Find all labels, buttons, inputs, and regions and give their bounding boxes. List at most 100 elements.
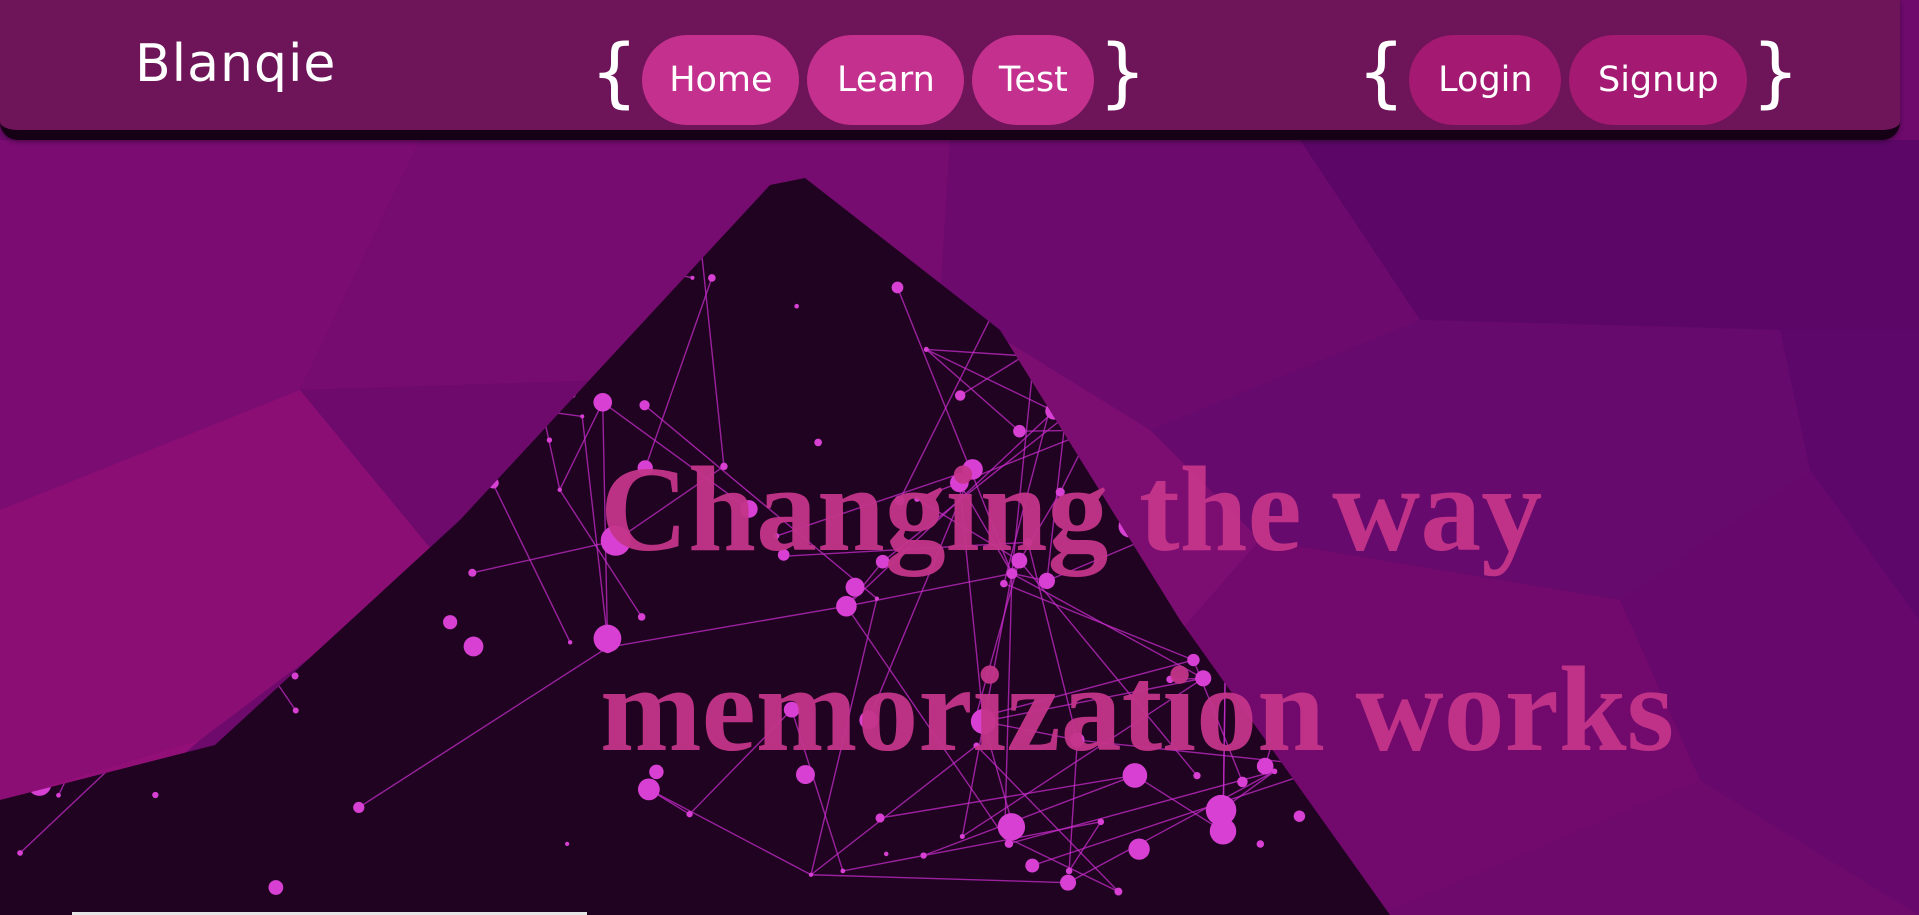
network-node: [1036, 276, 1047, 288]
network-node: [123, 480, 128, 486]
network-node: [567, 640, 573, 645]
network-node: [292, 707, 299, 714]
network-node: [935, 211, 959, 235]
network-node: [1315, 199, 1333, 217]
network-node: [620, 302, 635, 317]
network-node: [1316, 228, 1321, 233]
network-node: [1207, 267, 1220, 280]
network-node: [1256, 840, 1265, 848]
network-node: [1053, 386, 1058, 391]
network-node: [923, 346, 929, 352]
network-node: [443, 615, 458, 630]
test-button[interactable]: Test: [972, 35, 1095, 125]
signup-button[interactable]: Signup: [1569, 35, 1748, 125]
network-node: [1122, 359, 1129, 366]
network-node: [1114, 887, 1123, 896]
network-node: [152, 791, 159, 799]
network-node: [274, 398, 306, 431]
network-node: [178, 540, 184, 545]
network-node: [954, 390, 966, 401]
network-node: [468, 568, 477, 577]
network-node: [182, 332, 189, 340]
network-node: [55, 304, 76, 325]
brace-close: }: [1098, 27, 1147, 116]
network-node: [353, 801, 365, 814]
brace-open: {: [590, 27, 639, 116]
main-nav: { Home Learn Test }: [590, 30, 1147, 130]
network-node: [959, 833, 965, 839]
network-node: [1293, 810, 1306, 822]
network-node: [567, 390, 576, 399]
network-node: [268, 880, 284, 895]
network-node: [195, 682, 201, 688]
network-node: [1128, 838, 1150, 860]
network-node: [119, 187, 128, 196]
network-node: [1185, 297, 1205, 318]
network-node: [91, 219, 98, 225]
network-node: [1060, 874, 1077, 891]
login-button[interactable]: Login: [1409, 35, 1562, 125]
network-node: [1065, 867, 1073, 875]
network-node: [1197, 216, 1208, 228]
learn-button[interactable]: Learn: [807, 35, 965, 125]
network-node: [1004, 839, 1014, 848]
network-node: [920, 852, 927, 859]
network-node: [82, 734, 101, 753]
network-node: [226, 223, 236, 233]
network-node: [283, 205, 296, 218]
network-link: [123, 190, 362, 352]
network-link: [1125, 358, 1220, 364]
network-node: [19, 282, 24, 288]
network-node: [962, 222, 976, 236]
network-node: [463, 636, 484, 657]
hero-line-2: memorization works: [600, 642, 1675, 777]
network-node: [188, 225, 193, 230]
network-link: [180, 398, 452, 543]
hero-headline: Changing the way memorization works: [600, 410, 1674, 810]
home-button[interactable]: Home: [642, 35, 800, 125]
network-node: [1371, 345, 1379, 352]
network-node: [139, 642, 149, 652]
brand-logo[interactable]: Blanqie: [135, 34, 336, 94]
network-node: [995, 297, 1003, 305]
network-node: [209, 419, 217, 427]
network-node: [690, 275, 695, 280]
network-node: [883, 851, 889, 857]
network-link: [77, 356, 290, 365]
network-link: [969, 228, 1214, 275]
network-node: [840, 868, 846, 874]
network-node: [577, 250, 588, 261]
network-node: [1252, 225, 1260, 234]
network-node: [449, 396, 455, 402]
network-link: [211, 211, 291, 423]
network-node: [1332, 396, 1338, 402]
network-node: [73, 587, 96, 610]
network-link: [1256, 228, 1318, 243]
network-node: [130, 404, 142, 416]
network-link: [57, 541, 182, 796]
network-node: [553, 321, 562, 329]
network-node: [500, 240, 513, 254]
network-node: [1109, 310, 1115, 316]
network-node: [1365, 332, 1377, 344]
network-node: [639, 400, 650, 411]
network-node: [27, 772, 52, 796]
network-node: [353, 343, 369, 359]
network-node: [686, 811, 693, 818]
network-node: [997, 813, 1026, 841]
network-link: [1041, 281, 1126, 363]
network-link: [1111, 230, 1319, 314]
network-node: [378, 346, 386, 355]
network-node: [56, 792, 61, 798]
network-node: [1036, 204, 1046, 213]
network-node: [1212, 352, 1227, 366]
hero-line-1: Changing the way: [600, 442, 1543, 577]
network-node: [247, 241, 257, 251]
network-link: [1219, 358, 1336, 400]
network-node: [593, 392, 613, 412]
network-node: [77, 627, 86, 636]
network-link: [197, 422, 214, 686]
brace-close: }: [1751, 27, 1800, 116]
network-node: [298, 358, 305, 365]
network-node: [794, 303, 800, 309]
